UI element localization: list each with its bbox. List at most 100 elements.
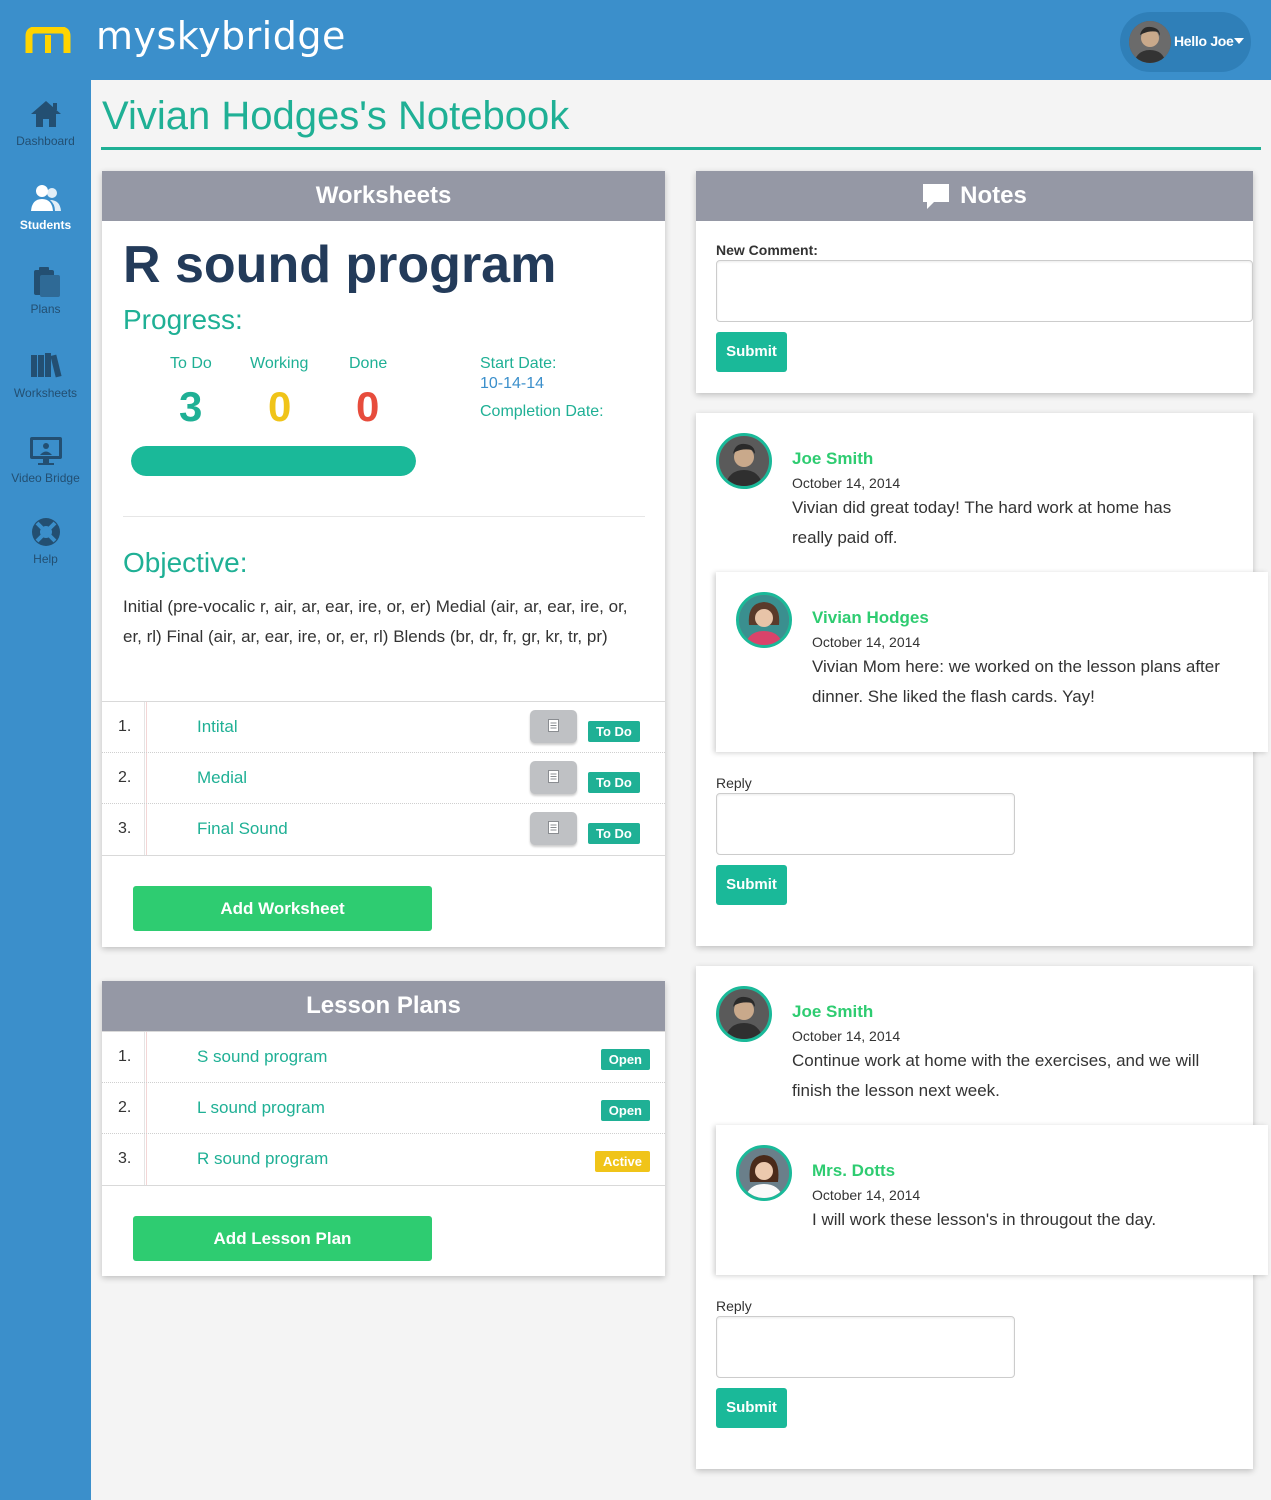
start-date-value: 10-14-14	[480, 375, 545, 392]
comment-date: October 14, 2014	[792, 475, 901, 491]
home-icon	[30, 101, 61, 127]
document-icon	[548, 719, 559, 732]
row-number: 3.	[118, 1150, 132, 1167]
comment-author[interactable]: Joe Smith	[792, 1002, 873, 1022]
stat-value-done: 0	[356, 383, 380, 430]
lifebuoy-icon	[31, 518, 60, 546]
row-divider	[144, 1134, 147, 1185]
comment-thread: Joe Smith October 14, 2014 Continue work…	[696, 966, 1268, 1469]
top-bar: myskybridge Hello Joe	[0, 0, 1271, 80]
section-divider	[123, 516, 645, 517]
brand-name[interactable]: myskybridge	[96, 14, 346, 58]
comment-icon	[923, 184, 950, 209]
lesson-plans-card: Lesson Plans 1. S sound program Open 2. …	[102, 981, 665, 1276]
lesson-plan-link[interactable]: S sound program	[197, 1047, 327, 1067]
comment-date: October 14, 2014	[792, 1028, 901, 1044]
user-avatar	[1129, 21, 1171, 63]
reply-date: October 14, 2014	[812, 1187, 921, 1203]
sidebar-item-label: Plans	[30, 302, 61, 316]
worksheet-link[interactable]: Final Sound	[197, 819, 288, 839]
row-number: 1.	[118, 1048, 132, 1065]
notes-card: Notes New Comment: Submit	[696, 171, 1253, 393]
worksheet-row[interactable]: 1. Intital To Do	[102, 702, 665, 753]
page-title: Vivian Hodges's Notebook	[102, 94, 570, 138]
reply-author[interactable]: Mrs. Dotts	[812, 1161, 895, 1181]
progress-bar-fill	[131, 446, 416, 476]
sidebar-item-video-bridge[interactable]: Video Bridge	[0, 435, 91, 485]
comment-thread: Joe Smith October 14, 2014 Vivian did gr…	[696, 413, 1268, 946]
worksheet-list: 1. Intital To Do 2. Medial To Do 3. Fina…	[102, 701, 665, 856]
sidebar-item-plans[interactable]: Plans	[0, 266, 91, 316]
status-badge: To Do	[588, 721, 640, 742]
sidebar-item-worksheets[interactable]: Worksheets	[0, 350, 91, 400]
program-title: R sound program	[123, 236, 557, 294]
row-divider	[144, 702, 147, 752]
logo-icon[interactable]	[25, 27, 71, 55]
worksheet-link[interactable]: Medial	[197, 768, 247, 788]
reply-comment: Mrs. Dotts October 14, 2014 I will work …	[716, 1125, 1268, 1275]
avatar	[736, 1145, 792, 1201]
reply-label: Reply	[716, 1298, 752, 1314]
row-divider	[144, 753, 147, 803]
completion-date-label: Completion Date:	[480, 403, 604, 420]
reply-text: Vivian Mom here: we worked on the lesson…	[812, 657, 1220, 706]
comment-author[interactable]: Joe Smith	[792, 449, 873, 469]
reply-date: October 14, 2014	[812, 634, 921, 650]
add-lesson-plan-button[interactable]: Add Lesson Plan	[133, 1216, 432, 1261]
lesson-plan-row[interactable]: 1. S sound program Open	[102, 1032, 665, 1083]
row-divider	[144, 1083, 147, 1133]
reply-input[interactable]	[716, 793, 1015, 855]
clipboard-icon	[33, 267, 60, 297]
status-badge: To Do	[588, 772, 640, 793]
stat-label-todo: To Do	[170, 355, 212, 372]
stat-label-done: Done	[349, 355, 388, 372]
objective-label: Objective:	[123, 547, 248, 578]
row-number: 1.	[118, 718, 132, 735]
reply-author[interactable]: Vivian Hodges	[812, 608, 929, 628]
stat-value-todo: 3	[179, 383, 203, 430]
new-comment-label: New Comment:	[716, 242, 818, 258]
objective-text: Initial (pre-vocalic r, air, ar, ear, ir…	[123, 597, 628, 646]
submit-reply-button[interactable]: Submit	[716, 865, 787, 905]
document-button[interactable]	[530, 761, 577, 794]
submit-comment-button[interactable]: Submit	[716, 332, 787, 372]
worksheet-link[interactable]: Intital	[197, 717, 238, 737]
comment-text: Continue work at home with the exercises…	[792, 1051, 1200, 1100]
lesson-plan-row[interactable]: 3. R sound program Active	[102, 1134, 665, 1185]
lesson-plan-link[interactable]: L sound program	[197, 1098, 325, 1118]
title-divider	[101, 147, 1261, 150]
sidebar-item-label: Dashboard	[16, 134, 75, 148]
reply-comment: Vivian Hodges October 14, 2014 Vivian Mo…	[716, 572, 1268, 752]
worksheet-row[interactable]: 3. Final Sound To Do	[102, 804, 665, 855]
row-divider	[144, 804, 147, 855]
user-greeting: Hello Joe	[1174, 33, 1234, 49]
submit-reply-button[interactable]: Submit	[716, 1388, 787, 1428]
row-number: 2.	[118, 769, 132, 786]
reply-label: Reply	[716, 775, 752, 791]
monitor-icon	[29, 437, 62, 465]
progress-bar	[131, 446, 416, 476]
worksheet-row[interactable]: 2. Medial To Do	[102, 753, 665, 804]
books-icon	[30, 353, 62, 378]
avatar	[716, 433, 772, 489]
lesson-plans-heading: Lesson Plans	[102, 981, 665, 1031]
add-worksheet-button[interactable]: Add Worksheet	[133, 886, 432, 931]
lesson-plan-link[interactable]: R sound program	[197, 1149, 328, 1169]
sidebar-item-help[interactable]: Help	[0, 516, 91, 566]
worksheets-card: Worksheets R sound program Progress: To …	[102, 171, 665, 947]
sidebar-item-students[interactable]: Students	[0, 182, 91, 232]
reply-input[interactable]	[716, 1316, 1015, 1378]
progress-label: Progress:	[123, 304, 243, 335]
start-date-label: Start Date:	[480, 355, 557, 372]
stat-value-working: 0	[268, 383, 292, 430]
status-badge: Open	[600, 1049, 650, 1070]
document-button[interactable]	[530, 710, 577, 743]
chevron-down-icon	[1234, 38, 1244, 44]
lesson-plan-row[interactable]: 2. L sound program Open	[102, 1083, 665, 1134]
new-comment-input[interactable]	[716, 260, 1253, 322]
sidebar-item-dashboard[interactable]: Dashboard	[0, 98, 91, 148]
row-divider	[144, 1032, 147, 1082]
avatar	[736, 592, 792, 648]
document-button[interactable]	[530, 812, 577, 845]
user-menu[interactable]: Hello Joe	[1120, 12, 1251, 72]
